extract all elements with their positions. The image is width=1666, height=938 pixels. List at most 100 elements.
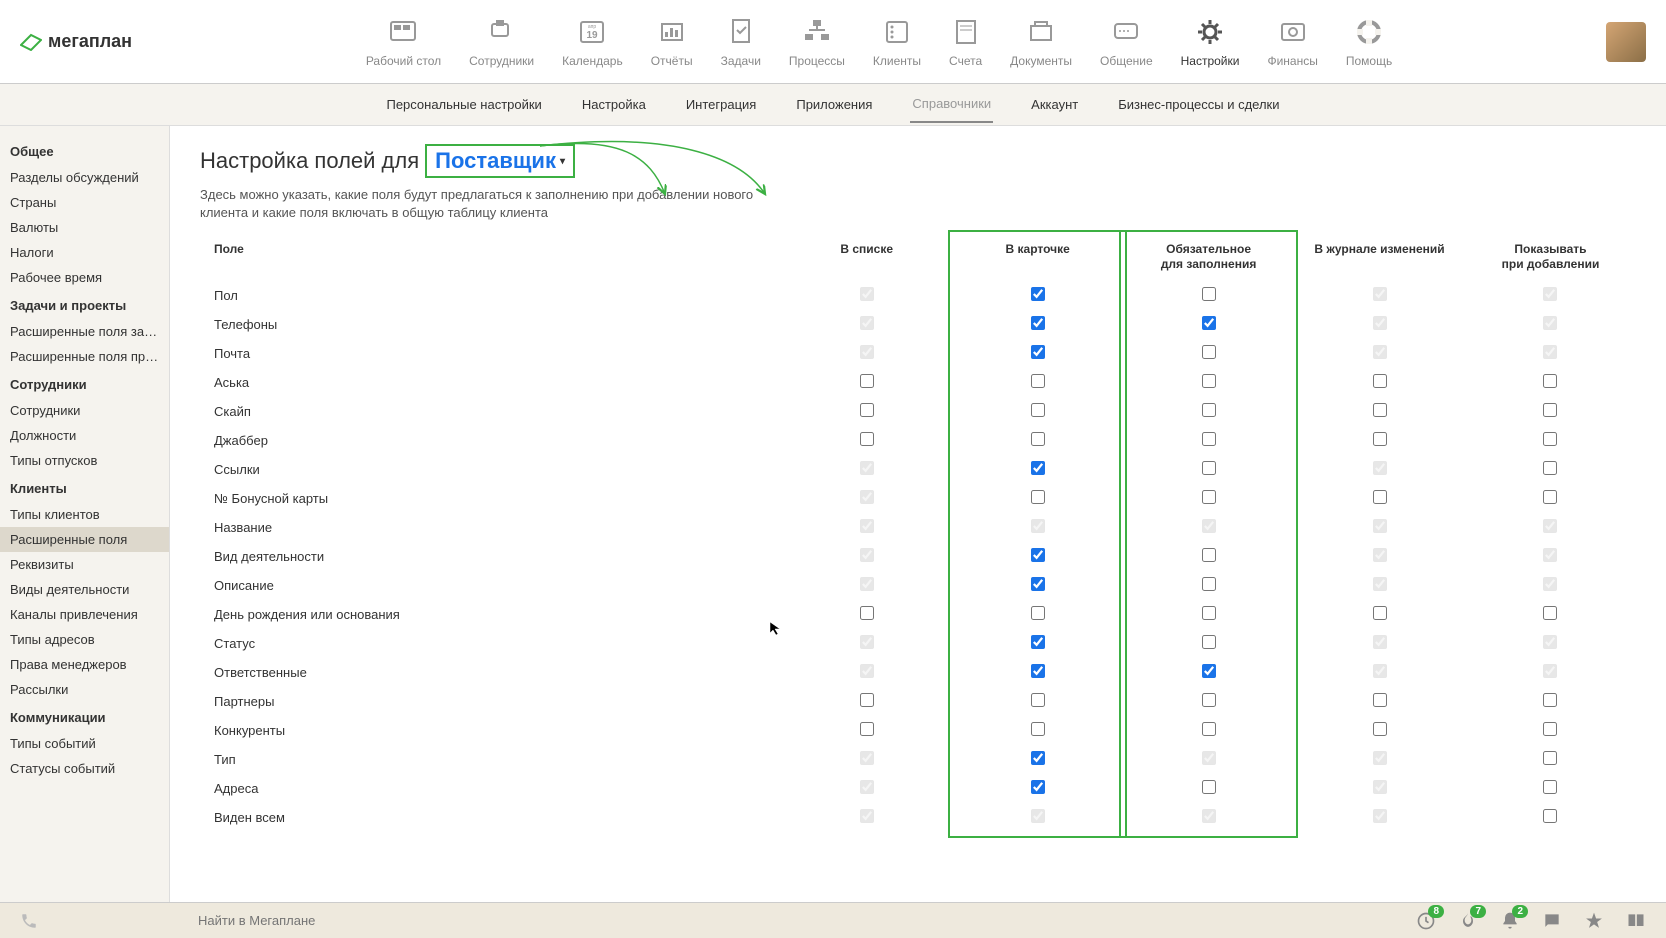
checkbox-c3[interactable] — [1202, 577, 1216, 591]
checkbox-c1[interactable] — [860, 693, 874, 707]
checkbox-c2[interactable] — [1031, 664, 1045, 678]
checkbox-c5[interactable] — [1543, 403, 1557, 417]
checkbox-c5[interactable] — [1543, 461, 1557, 475]
checkbox-c1[interactable] — [860, 374, 874, 388]
checkbox-c2[interactable] — [1031, 403, 1045, 417]
sidebar-item-Типы адресов[interactable]: Типы адресов — [0, 627, 169, 652]
topnav-Календарь[interactable]: апр19Календарь — [562, 16, 623, 68]
checkbox-c2[interactable] — [1031, 316, 1045, 330]
checkbox-c4[interactable] — [1373, 490, 1387, 504]
topnav-Рабочий стол[interactable]: Рабочий стол — [366, 16, 441, 68]
topnav-Счета[interactable]: Счета — [949, 16, 982, 68]
checkbox-c2[interactable] — [1031, 374, 1045, 388]
sidebar-item-Валюты[interactable]: Валюты — [0, 215, 169, 240]
sidebar-item-Статусы событий[interactable]: Статусы событий — [0, 756, 169, 781]
subtab-Справочники[interactable]: Справочники — [910, 86, 993, 123]
sidebar-item-Рабочее время[interactable]: Рабочее время — [0, 265, 169, 290]
sidebar-item-Должности[interactable]: Должности — [0, 423, 169, 448]
checkbox-c4[interactable] — [1373, 693, 1387, 707]
checkbox-c2[interactable] — [1031, 751, 1045, 765]
subtab-Интеграция[interactable]: Интеграция — [684, 87, 759, 122]
checkbox-c4[interactable] — [1373, 606, 1387, 620]
checkbox-c5[interactable] — [1543, 780, 1557, 794]
subtab-Приложения[interactable]: Приложения — [794, 87, 874, 122]
sidebar-item-Расширенные поля проек...[interactable]: Расширенные поля проек... — [0, 344, 169, 369]
topnav-Финансы[interactable]: Финансы — [1267, 16, 1317, 68]
checkbox-c5[interactable] — [1543, 432, 1557, 446]
client-type-dropdown[interactable]: Поставщик — [425, 144, 575, 178]
sidebar-item-Каналы привлечения[interactable]: Каналы привлечения — [0, 602, 169, 627]
book-icon[interactable] — [1626, 911, 1646, 931]
checkbox-c2[interactable] — [1031, 722, 1045, 736]
checkbox-c2[interactable] — [1031, 287, 1045, 301]
checkbox-c5[interactable] — [1543, 606, 1557, 620]
phone-icon[interactable] — [20, 912, 38, 930]
topnav-Настройки[interactable]: Настройки — [1181, 16, 1240, 68]
checkbox-c3[interactable] — [1202, 490, 1216, 504]
checkbox-c3[interactable] — [1202, 316, 1216, 330]
checkbox-c2[interactable] — [1031, 345, 1045, 359]
logo[interactable]: мегаплан — [20, 31, 132, 52]
checkbox-c2[interactable] — [1031, 606, 1045, 620]
checkbox-c2[interactable] — [1031, 432, 1045, 446]
sidebar-item-Типы событий[interactable]: Типы событий — [0, 731, 169, 756]
checkbox-c5[interactable] — [1543, 490, 1557, 504]
checkbox-c1[interactable] — [860, 722, 874, 736]
checkbox-c2[interactable] — [1031, 461, 1045, 475]
checkbox-c3[interactable] — [1202, 345, 1216, 359]
topnav-Сотрудники[interactable]: Сотрудники — [469, 16, 534, 68]
checkbox-c4[interactable] — [1373, 403, 1387, 417]
topnav-Помощь[interactable]: Помощь — [1346, 16, 1392, 68]
checkbox-c2[interactable] — [1031, 548, 1045, 562]
checkbox-c3[interactable] — [1202, 722, 1216, 736]
subtab-Персональные настройки[interactable]: Персональные настройки — [384, 87, 543, 122]
chat-icon[interactable] — [1542, 911, 1562, 931]
sidebar-item-Расширенные поля[interactable]: Расширенные поля — [0, 527, 169, 552]
clock-icon[interactable]: 8 — [1416, 911, 1436, 931]
sidebar-item-Страны[interactable]: Страны — [0, 190, 169, 215]
global-search-input[interactable] — [198, 913, 1396, 928]
checkbox-c3[interactable] — [1202, 635, 1216, 649]
checkbox-c3[interactable] — [1202, 606, 1216, 620]
sidebar-item-Рассылки[interactable]: Рассылки — [0, 677, 169, 702]
bell-icon[interactable]: 2 — [1500, 911, 1520, 931]
topnav-Общение[interactable]: Общение — [1100, 16, 1153, 68]
checkbox-c3[interactable] — [1202, 693, 1216, 707]
topnav-Процессы[interactable]: Процессы — [789, 16, 845, 68]
sidebar-item-Реквизиты[interactable]: Реквизиты — [0, 552, 169, 577]
topnav-Задачи[interactable]: Задачи — [721, 16, 761, 68]
checkbox-c3[interactable] — [1202, 461, 1216, 475]
sidebar-item-Типы отпусков[interactable]: Типы отпусков — [0, 448, 169, 473]
checkbox-c5[interactable] — [1543, 374, 1557, 388]
topnav-Документы[interactable]: Документы — [1010, 16, 1072, 68]
checkbox-c3[interactable] — [1202, 403, 1216, 417]
checkbox-c3[interactable] — [1202, 664, 1216, 678]
checkbox-c3[interactable] — [1202, 548, 1216, 562]
checkbox-c2[interactable] — [1031, 780, 1045, 794]
sidebar-item-Расширенные поля задач[interactable]: Расширенные поля задач — [0, 319, 169, 344]
checkbox-c5[interactable] — [1543, 693, 1557, 707]
checkbox-c4[interactable] — [1373, 374, 1387, 388]
sidebar-item-Виды деятельности[interactable]: Виды деятельности — [0, 577, 169, 602]
checkbox-c5[interactable] — [1543, 751, 1557, 765]
checkbox-c4[interactable] — [1373, 722, 1387, 736]
star-icon[interactable] — [1584, 911, 1604, 931]
checkbox-c2[interactable] — [1031, 635, 1045, 649]
topnav-Отчёты[interactable]: Отчёты — [651, 16, 693, 68]
checkbox-c5[interactable] — [1543, 809, 1557, 823]
subtab-Аккаунт[interactable]: Аккаунт — [1029, 87, 1080, 122]
checkbox-c3[interactable] — [1202, 780, 1216, 794]
topnav-Клиенты[interactable]: Клиенты — [873, 16, 921, 68]
checkbox-c3[interactable] — [1202, 287, 1216, 301]
checkbox-c3[interactable] — [1202, 374, 1216, 388]
checkbox-c1[interactable] — [860, 432, 874, 446]
sidebar-item-Права менеджеров[interactable]: Права менеджеров — [0, 652, 169, 677]
checkbox-c3[interactable] — [1202, 432, 1216, 446]
checkbox-c2[interactable] — [1031, 490, 1045, 504]
checkbox-c2[interactable] — [1031, 577, 1045, 591]
fire-icon[interactable]: 7 — [1458, 911, 1478, 931]
avatar[interactable] — [1606, 22, 1646, 62]
checkbox-c5[interactable] — [1543, 722, 1557, 736]
checkbox-c1[interactable] — [860, 606, 874, 620]
sidebar-item-Разделы обсуждений[interactable]: Разделы обсуждений — [0, 165, 169, 190]
